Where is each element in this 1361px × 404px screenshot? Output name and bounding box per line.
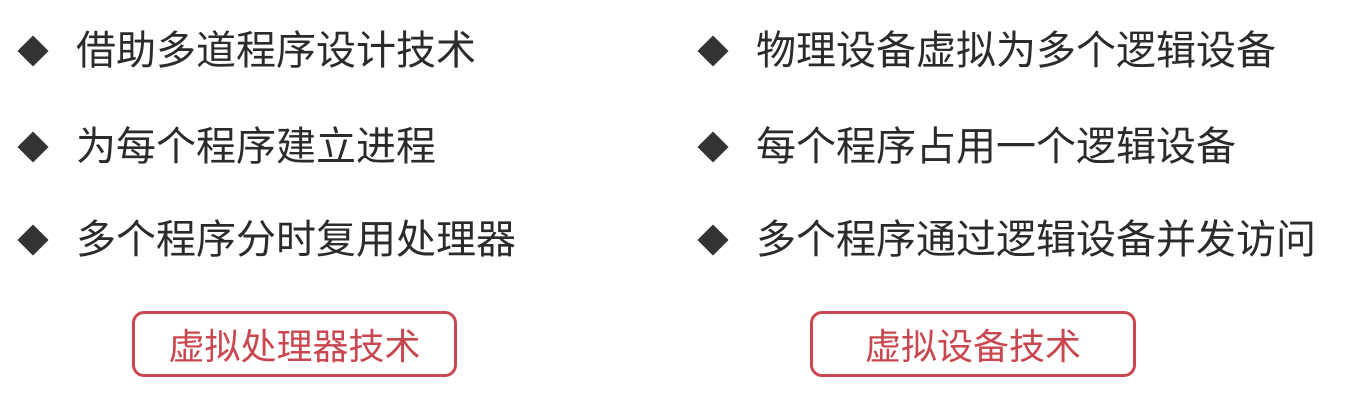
list-item-text: 多个程序通过逻辑设备并发访问 — [756, 217, 1316, 263]
list-item: 每个程序占用一个逻辑设备 — [697, 117, 1236, 177]
diamond-bullet-icon — [697, 131, 729, 163]
diamond-bullet-icon — [17, 224, 49, 256]
list-item: 借助多道程序设计技术 — [17, 21, 476, 81]
list-item-text: 每个程序占用一个逻辑设备 — [756, 124, 1236, 170]
diamond-bullet-icon — [697, 224, 729, 256]
virtual-processor-tag[interactable]: 虚拟处理器技术 — [132, 311, 457, 377]
list-item: 多个程序通过逻辑设备并发访问 — [697, 210, 1316, 270]
diamond-bullet-icon — [17, 131, 49, 163]
list-item: 多个程序分时复用处理器 — [17, 210, 516, 270]
list-item: 物理设备虚拟为多个逻辑设备 — [697, 21, 1276, 81]
diamond-bullet-icon — [697, 35, 729, 67]
list-item-text: 多个程序分时复用处理器 — [76, 217, 516, 263]
virtual-device-tag[interactable]: 虚拟设备技术 — [810, 311, 1136, 377]
list-item: 为每个程序建立进程 — [17, 117, 436, 177]
list-item-text: 物理设备虚拟为多个逻辑设备 — [756, 28, 1276, 74]
list-item-text: 为每个程序建立进程 — [76, 124, 436, 170]
diamond-bullet-icon — [17, 35, 49, 67]
list-item-text: 借助多道程序设计技术 — [76, 28, 476, 74]
